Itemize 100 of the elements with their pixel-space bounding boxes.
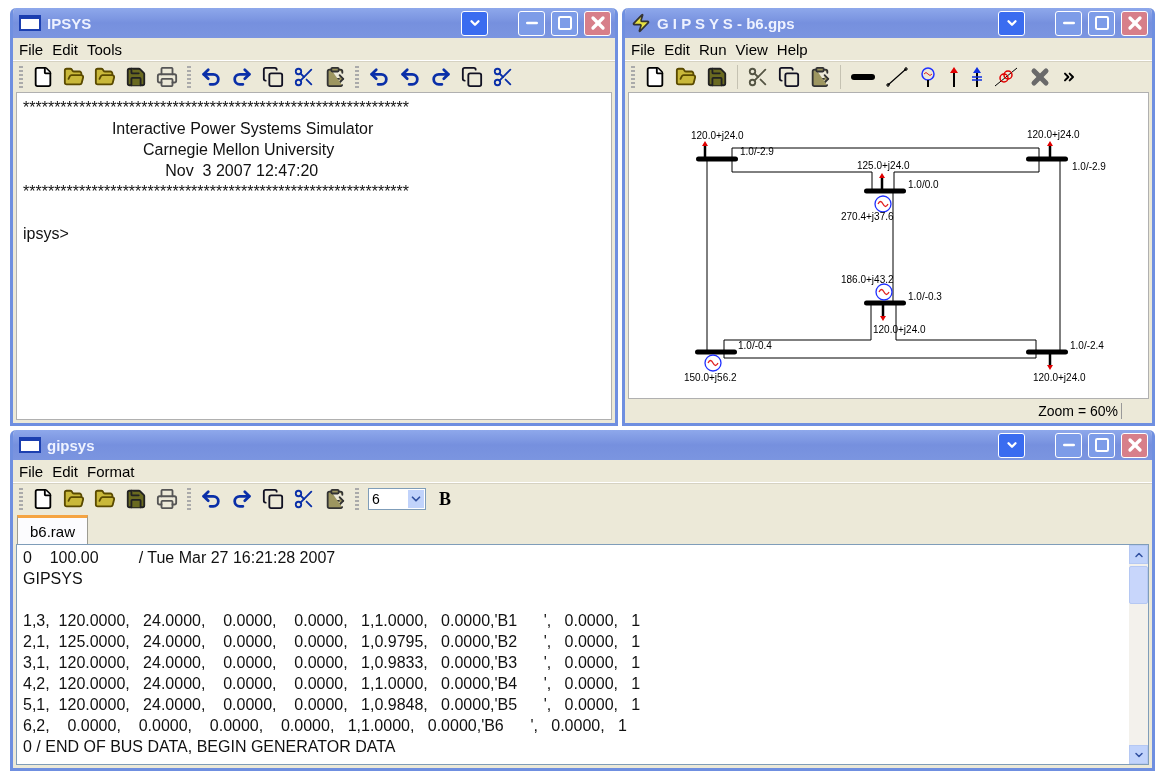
generator-icon (874, 195, 892, 213)
minimize-button[interactable] (518, 10, 545, 36)
load-arrow (879, 173, 885, 189)
menu-item[interactable]: File (19, 462, 44, 480)
maximize-icon (1093, 437, 1110, 453)
scissors-icon[interactable] (293, 488, 315, 510)
copy-icon[interactable] (461, 66, 483, 88)
new-file-icon[interactable] (32, 488, 54, 510)
console-line: Interactive Power Systems Simulator (110, 119, 375, 139)
bus-bar (695, 349, 737, 355)
load-arrow (702, 141, 708, 157)
vertical-scrollbar[interactable] (1129, 545, 1148, 764)
diagram-label: 120.0+j24.0 (1027, 129, 1080, 140)
paste-icon[interactable] (324, 488, 346, 510)
window-title: gipsys (47, 436, 96, 454)
close-button[interactable] (1121, 10, 1148, 36)
diagram-canvas[interactable]: 1.0/-2.9 1.0/-2.9 1.0/0.0 1.0/-0.3 1.0/-0.4 1.0/-2.4 120.0+j24.0 120.0+j24.0 125.0+j24.0 120.0+j24.0 120.0+j24.0 270.4+j37.6 186.0+j43.2 150.0+j56.2 (628, 92, 1149, 399)
close-button[interactable] (584, 10, 611, 36)
scroll-up-button[interactable] (1129, 545, 1148, 564)
paste-icon[interactable] (324, 66, 346, 88)
toolbar-grip[interactable] (631, 66, 635, 88)
open-folder-icon[interactable] (94, 66, 116, 88)
redo-icon[interactable] (231, 66, 253, 88)
save-icon[interactable] (706, 66, 728, 88)
copy-icon[interactable] (262, 488, 284, 510)
menu-item[interactable]: Edit (52, 40, 79, 58)
menu-item[interactable]: Tools (87, 40, 123, 58)
printer-icon[interactable] (156, 66, 178, 88)
bus-bar (696, 156, 738, 162)
redo-icon[interactable] (231, 488, 253, 510)
menu-item[interactable]: Help (776, 40, 808, 58)
bold-button[interactable]: B (435, 488, 455, 510)
close-button[interactable] (1121, 432, 1148, 458)
maximize-button[interactable] (1088, 432, 1115, 458)
window-menu-button[interactable] (461, 10, 488, 36)
font-size-select[interactable]: 6 (368, 488, 426, 510)
diagram-label: 120.0+j24.0 (873, 324, 926, 335)
toolbar-grip[interactable] (19, 66, 23, 88)
toolbar-grip[interactable] (19, 488, 23, 510)
scissors-icon[interactable] (492, 66, 514, 88)
menu-item[interactable]: Edit (664, 40, 691, 58)
text-line: 6,2, 0.0000, 0.0000, 0.0000, 0.0000, 1,1.0000, 0.0000,'B6 ', 0.0000, 1 (23, 716, 628, 736)
maximize-button[interactable] (1088, 10, 1115, 36)
text-editor[interactable] (16, 544, 1149, 765)
menu-item[interactable]: Run (699, 40, 727, 58)
open-folder-icon[interactable] (94, 488, 116, 510)
redo-icon[interactable] (430, 66, 452, 88)
window-menu-button[interactable] (998, 10, 1025, 36)
undo-icon[interactable] (399, 66, 421, 88)
new-file-icon[interactable] (644, 66, 666, 88)
line-tool-icon[interactable] (885, 66, 909, 88)
minimize-button[interactable] (1055, 432, 1082, 458)
menu-item[interactable]: Edit (52, 462, 79, 480)
undo-icon[interactable] (368, 66, 390, 88)
window-title: G I P S Y S - b6.gps (657, 14, 796, 32)
maximize-button[interactable] (551, 10, 578, 36)
toolbar-grip[interactable] (355, 488, 359, 510)
toolbar-grip[interactable] (187, 488, 191, 510)
toolbar-grip[interactable] (187, 66, 191, 88)
diagram-label: 1.0/0.0 (908, 179, 939, 190)
open-folder-icon[interactable] (63, 488, 85, 510)
minimize-button[interactable] (1055, 10, 1082, 36)
diagram-label: 1.0/-2.9 (1072, 161, 1106, 172)
diagram-label: 1.0/-2.4 (1070, 340, 1104, 351)
generator-icon (875, 283, 893, 301)
undo-icon[interactable] (200, 488, 222, 510)
copy-icon[interactable] (778, 66, 800, 88)
console-line: Nov 3 2007 12:47:20 (164, 161, 320, 181)
text-line: 0 / END OF BUS DATA, BEGIN GENERATOR DATA (23, 737, 397, 757)
menu-item[interactable]: File (631, 40, 656, 58)
transformer-tool-icon[interactable] (993, 66, 1019, 88)
undo-icon[interactable] (200, 66, 222, 88)
save-icon[interactable] (125, 488, 147, 510)
text-line: 4,2, 120.0000, 24.0000, 0.0000, 0.0000, 1,1.0000, 0.0000,'B4 ', 0.0000, 1 (23, 674, 642, 694)
open-folder-icon[interactable] (63, 66, 85, 88)
scroll-down-button[interactable] (1129, 745, 1148, 764)
printer-icon[interactable] (156, 488, 178, 510)
file-tab[interactable]: b6.raw (17, 515, 89, 544)
new-file-icon[interactable] (32, 66, 54, 88)
load-tool-icon[interactable] (947, 66, 961, 88)
scroll-thumb[interactable] (1129, 566, 1148, 604)
window-icon (19, 437, 41, 453)
save-icon[interactable] (125, 66, 147, 88)
open-folder-icon[interactable] (675, 66, 697, 88)
diagram-label: 125.0+j24.0 (857, 160, 910, 171)
menu-item[interactable]: View (735, 40, 768, 58)
console-line: ************************************************************** (23, 98, 411, 118)
menu-item[interactable]: File (19, 40, 44, 58)
toolbar-grip[interactable] (355, 66, 359, 88)
window-menu-button[interactable] (998, 432, 1025, 458)
scissors-icon[interactable] (747, 66, 769, 88)
diagram-label: 1.0/-2.9 (740, 146, 774, 157)
diagram-label: 270.4+j37.6 (841, 211, 894, 222)
copy-icon[interactable] (262, 66, 284, 88)
shunt-tool-icon[interactable] (970, 66, 984, 88)
console-line: Carnegie Mellon University (142, 140, 336, 160)
paste-icon[interactable] (809, 66, 831, 88)
generator-tool-icon[interactable] (918, 66, 938, 88)
scissors-icon[interactable] (293, 66, 315, 88)
menu-item[interactable]: Format (87, 462, 135, 480)
